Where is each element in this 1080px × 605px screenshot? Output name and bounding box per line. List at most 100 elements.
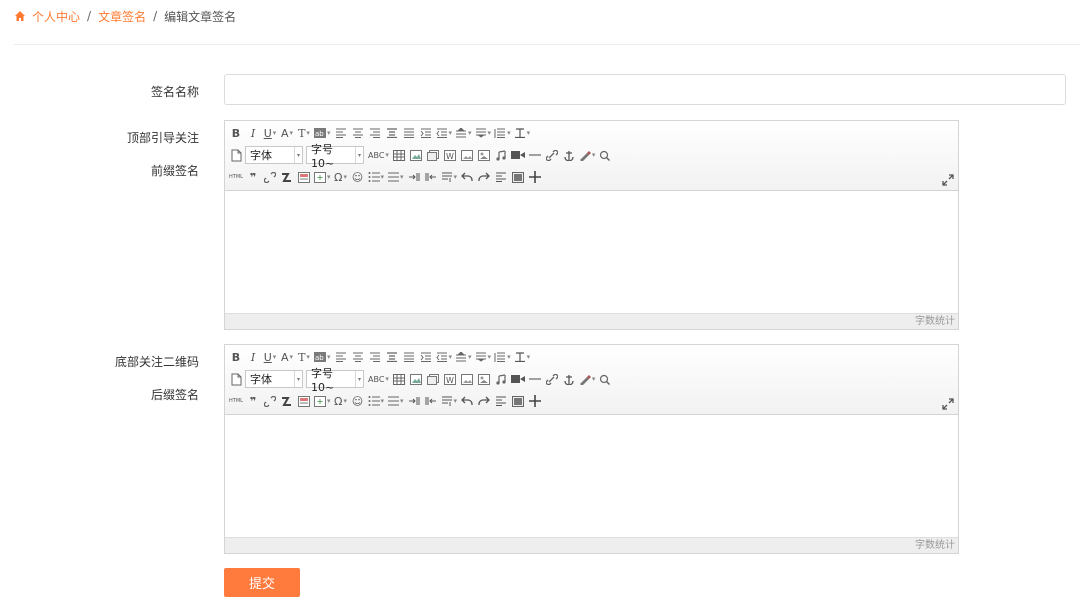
ltr-direction-icon[interactable]: [406, 168, 422, 186]
emotion-icon[interactable]: ☺: [350, 392, 366, 410]
underline-icon[interactable]: U ▾: [262, 348, 278, 366]
new-document-icon[interactable]: [228, 370, 244, 388]
unlink-icon[interactable]: [262, 168, 278, 186]
bold-icon[interactable]: B: [228, 348, 244, 366]
font-size-select[interactable]: 字号 10~ ▾: [306, 367, 364, 394]
template-icon[interactable]: [296, 392, 312, 410]
underline-icon[interactable]: U ▾: [262, 124, 278, 142]
ltr-direction-icon[interactable]: [406, 392, 422, 410]
undo-icon[interactable]: [459, 392, 475, 410]
unlink-icon[interactable]: [262, 392, 278, 410]
clear-format-icon[interactable]: ▾: [513, 124, 532, 142]
background-color-icon[interactable]: ab ▾: [313, 124, 332, 142]
undo-icon[interactable]: [459, 168, 475, 186]
video-icon[interactable]: [510, 146, 526, 164]
align-top-icon[interactable]: [384, 348, 400, 366]
align-left-icon[interactable]: [333, 348, 349, 366]
horizontal-rule-icon[interactable]: [527, 370, 543, 388]
font-style-icon[interactable]: T ▾: [296, 124, 312, 142]
link-icon[interactable]: [544, 146, 560, 164]
font-family-select[interactable]: 字体 ▾: [245, 370, 303, 388]
wechat-format-icon[interactable]: [279, 168, 295, 186]
wechat-format-icon[interactable]: [279, 392, 295, 410]
insert-row-icon[interactable]: ▾: [440, 392, 459, 410]
move-icon[interactable]: [527, 392, 543, 410]
new-document-icon[interactable]: [228, 146, 244, 164]
align-top-icon[interactable]: [384, 124, 400, 142]
word-import-icon[interactable]: W: [442, 370, 458, 388]
word-import-icon[interactable]: W: [442, 146, 458, 164]
font-size-select[interactable]: 字号 10~ ▾: [306, 143, 364, 170]
format-brush-icon[interactable]: ▾: [578, 370, 597, 388]
align-right-icon[interactable]: [367, 348, 383, 366]
spellcheck-icon[interactable]: ABC ▾: [367, 146, 390, 164]
italic-icon[interactable]: I: [245, 348, 261, 366]
indent-icon[interactable]: [418, 348, 434, 366]
align-center-icon[interactable]: [350, 348, 366, 366]
video-icon[interactable]: [510, 370, 526, 388]
ordered-list-icon[interactable]: ▾: [367, 168, 386, 186]
ordered-list-icon[interactable]: ▾: [367, 392, 386, 410]
preview-icon[interactable]: [510, 392, 526, 410]
search-replace-icon[interactable]: [597, 370, 613, 388]
font-style-icon[interactable]: T ▾: [296, 348, 312, 366]
insert-frame-icon[interactable]: ▾: [313, 168, 332, 186]
spellcheck-icon[interactable]: ABC ▾: [367, 370, 390, 388]
align-center-icon[interactable]: [350, 124, 366, 142]
gallery-icon[interactable]: [476, 146, 492, 164]
editor-content-area[interactable]: [225, 191, 958, 313]
insert-picture-icon[interactable]: [459, 370, 475, 388]
insert-frame-icon[interactable]: ▾: [313, 392, 332, 410]
gallery-icon[interactable]: [476, 370, 492, 388]
special-char-icon[interactable]: Ω ▾: [333, 392, 349, 410]
insert-row-icon[interactable]: ▾: [440, 168, 459, 186]
link-icon[interactable]: [544, 370, 560, 388]
rtl-direction-icon[interactable]: [423, 392, 439, 410]
table-icon[interactable]: [391, 146, 407, 164]
move-icon[interactable]: [527, 168, 543, 186]
justify-icon[interactable]: [401, 348, 417, 366]
breadcrumb-item-personal-center[interactable]: 个人中心: [32, 8, 80, 25]
editor-content-area[interactable]: [225, 415, 958, 537]
anchor-icon[interactable]: [561, 146, 577, 164]
align-left-icon[interactable]: [333, 124, 349, 142]
search-replace-icon[interactable]: [597, 146, 613, 164]
fullscreen-icon[interactable]: [942, 395, 954, 410]
format-brush-icon[interactable]: ▾: [578, 146, 597, 164]
line-height-icon[interactable]: ▾: [454, 348, 473, 366]
music-icon[interactable]: [493, 370, 509, 388]
font-color-icon[interactable]: A ▾: [279, 124, 295, 142]
paragraph-format-icon[interactable]: [493, 392, 509, 410]
html-source-icon[interactable]: HTML: [228, 392, 244, 410]
unordered-list-icon[interactable]: ▾: [386, 392, 405, 410]
paragraph-format-icon[interactable]: [493, 168, 509, 186]
blockquote-icon[interactable]: ❞: [245, 392, 261, 410]
clear-format-icon[interactable]: ▾: [513, 348, 532, 366]
redo-icon[interactable]: [476, 168, 492, 186]
image-icon[interactable]: [408, 370, 424, 388]
insert-picture-icon[interactable]: [459, 146, 475, 164]
paragraph-spacing-icon[interactable]: ▾: [474, 124, 493, 142]
font-family-select[interactable]: 字体 ▾: [245, 146, 303, 164]
breadcrumb-item-article-signature[interactable]: 文章签名: [98, 8, 146, 25]
font-color-icon[interactable]: A ▾: [279, 348, 295, 366]
outdent-icon[interactable]: ▾: [435, 124, 454, 142]
submit-button[interactable]: 提交: [224, 568, 300, 597]
music-icon[interactable]: [493, 146, 509, 164]
row-spacing-icon[interactable]: ▾: [493, 348, 512, 366]
anchor-icon[interactable]: [561, 370, 577, 388]
align-right-icon[interactable]: [367, 124, 383, 142]
template-icon[interactable]: [296, 168, 312, 186]
background-color-icon[interactable]: ab ▾: [313, 348, 332, 366]
fullscreen-icon[interactable]: [942, 171, 954, 186]
bold-icon[interactable]: B: [228, 124, 244, 142]
rtl-direction-icon[interactable]: [423, 168, 439, 186]
unordered-list-icon[interactable]: ▾: [386, 168, 405, 186]
line-height-icon[interactable]: ▾: [454, 124, 473, 142]
table-icon[interactable]: [391, 370, 407, 388]
emotion-icon[interactable]: ☺: [350, 168, 366, 186]
justify-icon[interactable]: [401, 124, 417, 142]
multi-image-icon[interactable]: [425, 146, 441, 164]
paragraph-spacing-icon[interactable]: ▾: [474, 348, 493, 366]
preview-icon[interactable]: [510, 168, 526, 186]
